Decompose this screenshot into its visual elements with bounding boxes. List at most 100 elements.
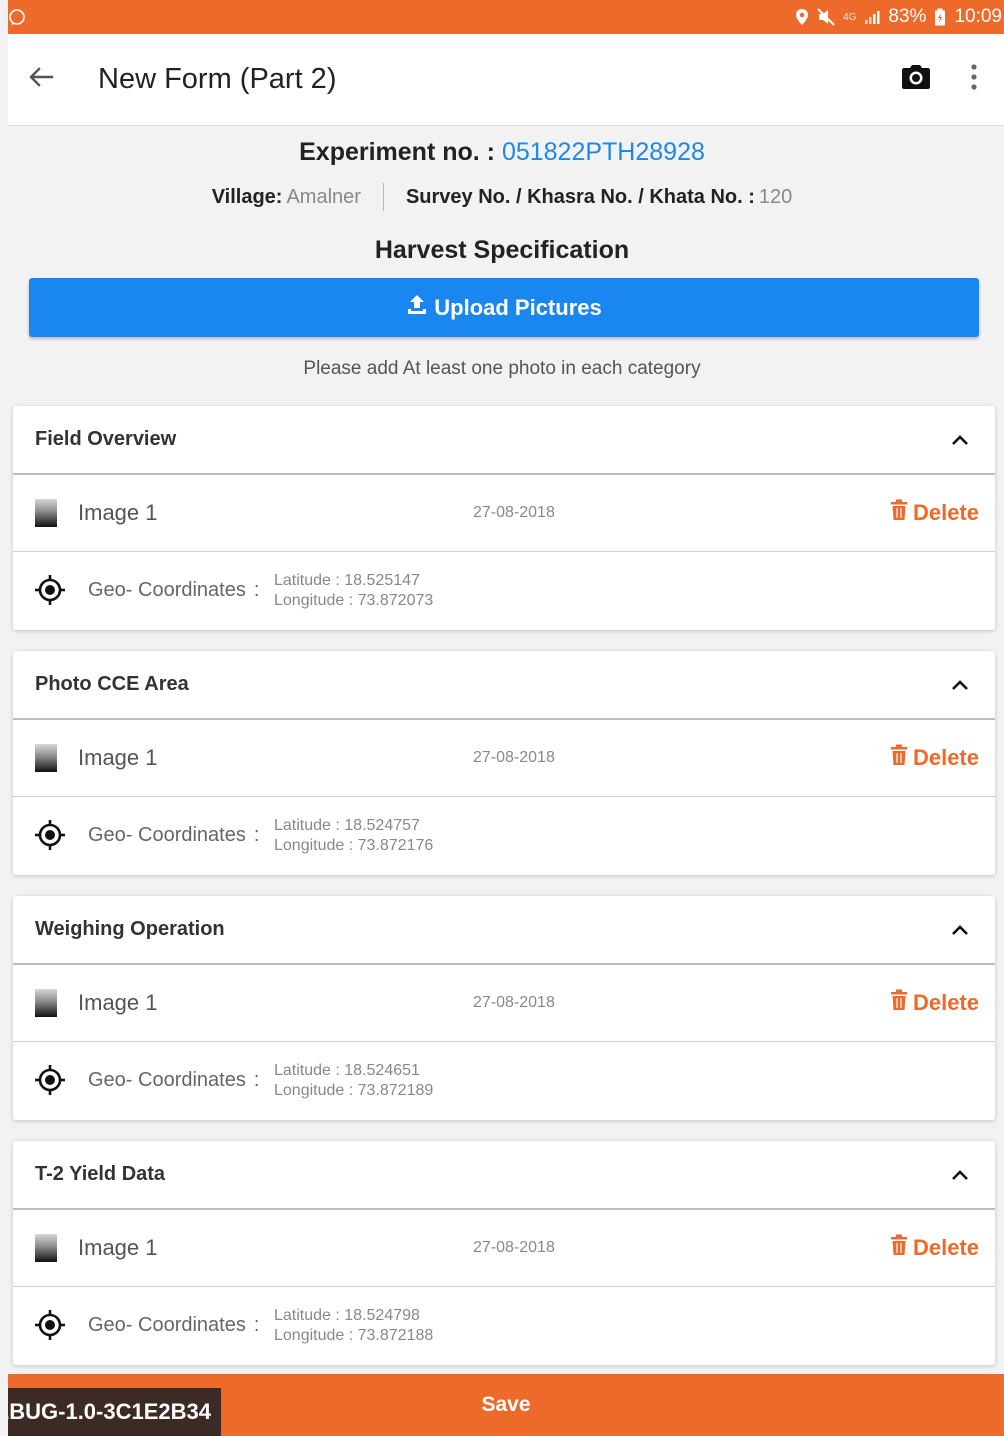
village-value: Amalner [286,185,361,208]
category-title: Photo CCE Area [35,673,189,695]
chevron-up-icon[interactable] [947,917,973,943]
image-thumbnail-icon[interactable] [35,499,57,527]
gps-target-icon [34,574,66,606]
more-options-button[interactable] [954,52,994,108]
camera-icon [901,64,931,95]
experiment-number: Experiment no. : 051822PTH28928 [0,138,1004,167]
section-title: Harvest Specification [374,236,630,264]
category-card: T-2 Yield Data Image 1 27-08-2018 Delete… [13,1141,995,1365]
geo-values: Latitude : 18.525147 Longitude : 73.8720… [274,571,433,611]
image-row[interactable]: Image 1 27-08-2018 Delete [13,720,995,797]
app-bar: New Form (Part 2) [8,34,1004,126]
latitude-value: Latitude : 18.525147 [274,572,420,589]
gps-target-icon [34,1309,66,1341]
image-date: 27-08-2018 [473,749,555,766]
trash-icon [890,744,908,772]
experiment-label: Experiment no. : [299,138,495,166]
delete-label: Delete [912,745,979,770]
latitude-value: Latitude : 18.524798 [274,1307,420,1324]
trash-icon [890,1234,908,1262]
photo-hint: Please add At least one photo in each ca… [303,358,701,379]
delete-button[interactable]: Delete [890,1234,979,1262]
geo-colon: : [253,1068,260,1091]
upload-pictures-label: Upload Pictures [434,294,602,320]
geo-coordinates-label: Geo- Coordinates [88,823,246,846]
experiment-meta: Village: Amalner Survey No. / Khasra No.… [0,183,1004,211]
status-icons: 4G 83% 10:09 [795,6,1004,28]
image-row[interactable]: Image 1 27-08-2018 Delete [13,965,995,1042]
geo-colon: : [253,578,260,601]
bottom-bar: Save DEBUG-1.0-3C1E2B34 [8,1374,1004,1436]
camera-button[interactable] [888,52,944,108]
arrow-left-icon [28,66,54,93]
geo-row: Geo- Coordinates : Latitude : 18.524757 … [13,797,995,873]
category-card: Photo CCE Area Image 1 27-08-2018 Delete… [13,651,995,875]
battery-percent: 83% [888,6,927,27]
experiment-value: 051822PTH28928 [501,138,705,166]
category-card: Field Overview Image 1 27-08-2018 Delete… [13,406,995,630]
whatsapp-notification-icon [8,5,32,29]
more-vert-icon [970,64,978,95]
image-row[interactable]: Image 1 27-08-2018 Delete [13,1210,995,1287]
category-title: Field Overview [35,428,177,450]
geo-values: Latitude : 18.524798 Longitude : 73.8721… [274,1306,433,1346]
image-date: 27-08-2018 [473,1239,555,1256]
image-thumbnail-icon[interactable] [35,989,57,1017]
image-thumbnail-icon[interactable] [35,744,57,772]
geo-colon: : [253,823,260,846]
back-button[interactable] [10,49,72,111]
village-label: Village: [211,185,283,208]
image-date: 27-08-2018 [473,504,555,521]
longitude-value: Longitude : 73.872073 [274,592,434,609]
trash-icon [890,989,908,1017]
save-label: Save [481,1393,531,1416]
geo-coordinates-label: Geo- Coordinates [88,1068,246,1091]
longitude-value: Longitude : 73.872189 [274,1082,434,1099]
delete-label: Delete [912,1235,979,1260]
category-header[interactable]: Photo CCE Area [13,651,995,720]
delete-label: Delete [912,500,979,525]
longitude-value: Longitude : 73.872188 [274,1327,434,1344]
category-header[interactable]: Field Overview [13,406,995,475]
geo-coordinates-label: Geo- Coordinates [88,578,246,601]
latitude-value: Latitude : 18.524651 [274,1062,420,1079]
image-label: Image 1 [78,1235,158,1260]
category-card: Weighing Operation Image 1 27-08-2018 De… [13,896,995,1120]
page-title: New Form (Part 2) [98,63,337,95]
debug-build-badge: DEBUG-1.0-3C1E2B34 [8,1388,221,1436]
upload-pictures-button[interactable]: Upload Pictures [29,278,979,337]
geo-values: Latitude : 18.524757 Longitude : 73.8721… [274,816,433,856]
image-date: 27-08-2018 [473,994,555,1011]
category-header[interactable]: Weighing Operation [13,896,995,965]
category-header[interactable]: T-2 Yield Data [13,1141,995,1210]
survey-label: Survey No. / Khasra No. / Khata No. : [405,185,755,208]
network-type: 4G [843,11,857,23]
battery-icon [934,8,946,26]
geo-coordinates-label: Geo- Coordinates [88,1313,246,1336]
geo-values: Latitude : 18.524651 Longitude : 73.8721… [274,1061,433,1101]
image-label: Image 1 [78,990,158,1015]
image-label: Image 1 [78,500,158,525]
delete-label: Delete [912,990,979,1015]
geo-row: Geo- Coordinates : Latitude : 18.524651 … [13,1042,995,1118]
geo-colon: : [253,1313,260,1336]
delete-button[interactable]: Delete [890,744,979,772]
delete-button[interactable]: Delete [890,499,979,527]
geo-row: Geo- Coordinates : Latitude : 18.525147 … [13,552,995,628]
latitude-value: Latitude : 18.524757 [274,817,420,834]
longitude-value: Longitude : 73.872176 [274,837,434,854]
chevron-up-icon[interactable] [947,427,973,453]
delete-button[interactable]: Delete [890,989,979,1017]
chevron-up-icon[interactable] [947,672,973,698]
meta-divider [382,183,384,211]
category-title: Weighing Operation [35,918,225,940]
image-row[interactable]: Image 1 27-08-2018 Delete [13,475,995,552]
upload-icon [406,294,428,322]
chevron-up-icon[interactable] [947,1162,973,1188]
mute-icon [817,8,835,26]
clock: 10:09 [954,6,1002,27]
category-title: T-2 Yield Data [35,1163,166,1185]
image-thumbnail-icon[interactable] [35,1234,57,1262]
survey-value: 120 [758,185,793,208]
image-label: Image 1 [78,745,158,770]
